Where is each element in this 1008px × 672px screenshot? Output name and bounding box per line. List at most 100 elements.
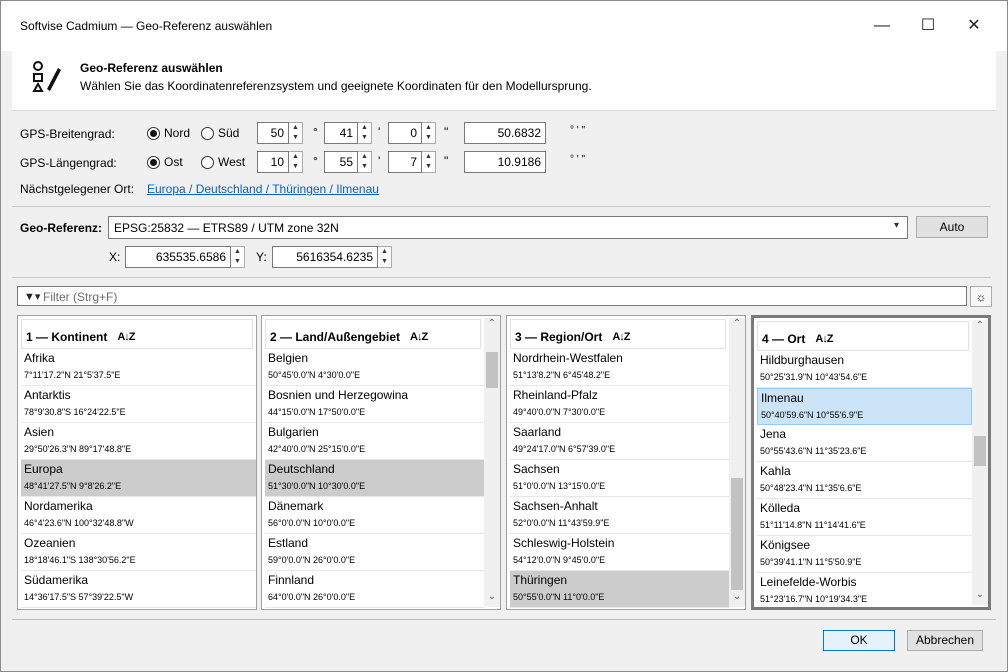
list-item-selected[interactable]: Deutschland 51°30'0.0"N 10°30'0.0"E xyxy=(265,460,484,497)
spin-down-icon[interactable]: ▼ xyxy=(231,257,244,267)
lon-seconds-input[interactable]: 7 xyxy=(388,151,422,173)
list-item[interactable]: Königsee 50°39'41.1"N 11°5'50.9"E xyxy=(757,536,972,573)
list-item[interactable]: Nordamerika 46°4'23.6"N 100°32'48.8"W xyxy=(21,497,256,534)
scroll-up-icon[interactable]: ⌃ xyxy=(729,318,745,334)
list-item[interactable]: Südamerika 14°36'17.5"S 57°39'22.5"W xyxy=(21,571,256,608)
spin-up-icon[interactable]: ▲ xyxy=(289,123,302,133)
lat-degrees-arrows[interactable]: ▲ ▼ xyxy=(289,122,303,144)
chevron-down-icon[interactable]: ▾ xyxy=(894,220,899,231)
lon-minutes-input[interactable]: 55 xyxy=(324,151,358,173)
spin-down-icon[interactable]: ▼ xyxy=(289,162,302,172)
spin-up-icon[interactable]: ▲ xyxy=(289,152,302,162)
panel-header[interactable]: 1 — Kontinent A↓Z xyxy=(21,319,253,349)
list-item-selected[interactable]: Ilmenau 50°40'59.6"N 10°55'6.9"E xyxy=(757,388,972,425)
ok-button[interactable]: OK xyxy=(823,630,895,651)
list-item[interactable]: Saarland 49°24'17.0"N 6°57'39.0"E xyxy=(510,423,729,460)
sort-az-icon[interactable]: A↓Z xyxy=(612,331,630,343)
spin-down-icon[interactable]: ▼ xyxy=(358,133,371,143)
list-item[interactable]: Nordrhein-Westfalen 51°13'8.2"N 6°45'48.2… xyxy=(510,349,729,386)
lat-minutes-stepper[interactable]: 41 ▲ ▼ xyxy=(324,122,372,144)
spin-up-icon[interactable]: ▲ xyxy=(422,152,435,162)
y-input[interactable]: 5616354.6235 xyxy=(272,246,378,268)
spin-down-icon[interactable]: ▼ xyxy=(378,257,391,267)
lat-seconds-input[interactable]: 0 xyxy=(388,122,422,144)
maximize-button[interactable]: ☐ xyxy=(905,11,951,41)
spin-down-icon[interactable]: ▼ xyxy=(422,133,435,143)
lon-degrees-stepper[interactable]: 10 ▲ ▼ xyxy=(257,151,303,173)
y-arrows[interactable]: ▲ ▼ xyxy=(378,246,392,268)
lat-degrees-stepper[interactable]: 50 ▲ ▼ xyxy=(257,122,303,144)
list-item[interactable]: Antarktis 78°9'30.8"S 16°24'22.5"E xyxy=(21,386,256,423)
scroll-thumb[interactable] xyxy=(974,436,986,466)
x-arrows[interactable]: ▲ ▼ xyxy=(231,246,245,268)
cancel-button[interactable]: Abbrechen xyxy=(907,630,983,651)
lat-decimal-input[interactable]: 50.6832 xyxy=(464,122,546,144)
lon-seconds-stepper[interactable]: 7 ▲ ▼ xyxy=(388,151,436,173)
spin-up-icon[interactable]: ▲ xyxy=(358,152,371,162)
spin-up-icon[interactable]: ▲ xyxy=(422,123,435,133)
lightbulb-icon[interactable]: ☼ xyxy=(970,286,992,307)
lon-seconds-arrows[interactable]: ▲ ▼ xyxy=(422,151,436,173)
list-item[interactable]: Finnland 64°0'0.0"N 26°0'0.0"E xyxy=(265,571,484,608)
radio-north[interactable]: Nord xyxy=(147,126,190,140)
list-item[interactable]: Schleswig-Holstein 54°12'0.0"N 9°45'0.0"E xyxy=(510,534,729,571)
list-item[interactable]: Sachsen-Anhalt 52°0'0.0"N 11°43'59.9"E xyxy=(510,497,729,534)
panel-header[interactable]: 3 — Region/Ort A↓Z xyxy=(510,319,726,349)
close-button[interactable]: ✕ xyxy=(951,11,997,41)
panel-header[interactable]: 2 — Land/Außengebiet A↓Z xyxy=(265,319,481,349)
scroll-up-icon[interactable]: ⌃ xyxy=(484,318,500,334)
lon-decimal-field[interactable]: 10.9186 xyxy=(464,151,546,173)
lat-degrees-input[interactable]: 50 xyxy=(257,122,289,144)
scrollbar[interactable]: ⌃ ⌄ xyxy=(484,318,500,607)
spin-up-icon[interactable]: ▲ xyxy=(378,247,391,257)
panel-header[interactable]: 4 — Ort A↓Z xyxy=(757,321,969,351)
x-input[interactable]: 635535.6586 xyxy=(125,246,231,268)
list-item[interactable]: Afrika 7°11'17.2"N 21°5'37.5"E xyxy=(21,349,256,386)
scroll-thumb[interactable] xyxy=(731,478,743,590)
minimize-button[interactable]: — xyxy=(859,11,905,41)
spin-down-icon[interactable]: ▼ xyxy=(289,133,302,143)
x-stepper[interactable]: 635535.6586 ▲ ▼ xyxy=(125,246,245,268)
list-item[interactable]: Kölleda 51°11'14.8"N 11°14'41.6"E xyxy=(757,499,972,536)
radio-south-dot[interactable] xyxy=(201,126,214,140)
nearest-place-link[interactable]: Europa / Deutschland / Thüringen / Ilmen… xyxy=(147,182,379,196)
list-item-selected[interactable]: Europa 48°41'27.5"N 9°8'26.2"E xyxy=(21,460,256,497)
list-item[interactable]: Rheinland-Pfalz 49°40'0.0"N 7°30'0.0"E xyxy=(510,386,729,423)
list-item[interactable]: Belgien 50°45'0.0"N 4°30'0.0"E xyxy=(265,349,484,386)
spin-down-icon[interactable]: ▼ xyxy=(422,162,435,172)
spin-up-icon[interactable]: ▲ xyxy=(231,247,244,257)
list-item-selected[interactable]: Thüringen 50°55'0.0"N 11°0'0.0"E xyxy=(510,571,729,608)
spin-down-icon[interactable]: ▼ xyxy=(358,162,371,172)
y-stepper[interactable]: 5616354.6235 ▲ ▼ xyxy=(272,246,392,268)
scroll-thumb[interactable] xyxy=(486,352,498,388)
auto-button[interactable]: Auto xyxy=(916,216,988,238)
lon-degrees-arrows[interactable]: ▲ ▼ xyxy=(289,151,303,173)
sort-az-icon[interactable]: A↓Z xyxy=(117,331,135,343)
scrollbar[interactable]: ⌃ ⌄ xyxy=(729,318,745,607)
list-item[interactable]: Bulgarien 42°40'0.0"N 25°15'0.0"E xyxy=(265,423,484,460)
radio-north-dot[interactable] xyxy=(147,126,160,140)
scroll-down-icon[interactable]: ⌄ xyxy=(729,591,745,607)
radio-south[interactable]: Süd xyxy=(201,126,239,140)
list-item[interactable]: Leinefelde-Worbis 51°23'16.7"N 10°19'34.3… xyxy=(757,573,972,607)
scroll-down-icon[interactable]: ⌄ xyxy=(972,589,988,605)
lon-decimal-input[interactable]: 10.9186 xyxy=(464,151,546,173)
lon-degrees-input[interactable]: 10 xyxy=(257,151,289,173)
list-item[interactable]: Bosnien und Herzegowina 44°15'0.0"N 17°50… xyxy=(265,386,484,423)
lat-decimal-field[interactable]: 50.6832 xyxy=(464,122,546,144)
scroll-down-icon[interactable]: ⌄ xyxy=(484,591,500,607)
scrollbar[interactable]: ⌃ ⌄ xyxy=(972,320,988,605)
radio-west[interactable]: West xyxy=(201,155,245,169)
radio-west-dot[interactable] xyxy=(201,155,214,169)
radio-east[interactable]: Ost xyxy=(147,155,183,169)
list-item[interactable]: Hildburghausen 50°25'31.9"N 10°43'54.6"E xyxy=(757,351,972,388)
list-item[interactable]: Dänemark 56°0'0.0"N 10°0'0.0"E xyxy=(265,497,484,534)
lat-seconds-stepper[interactable]: 0 ▲ ▼ xyxy=(388,122,436,144)
sort-az-icon[interactable]: A↓Z xyxy=(410,331,428,343)
sort-az-icon[interactable]: A↓Z xyxy=(815,333,833,345)
lat-minutes-input[interactable]: 41 xyxy=(324,122,358,144)
lat-minutes-arrows[interactable]: ▲ ▼ xyxy=(358,122,372,144)
list-item[interactable]: Sachsen 51°0'0.0"N 13°15'0.0"E xyxy=(510,460,729,497)
scroll-up-icon[interactable]: ⌃ xyxy=(972,320,988,336)
georef-combobox[interactable]: EPSG:25832 — ETRS89 / UTM zone 32N ▾ xyxy=(108,216,908,239)
